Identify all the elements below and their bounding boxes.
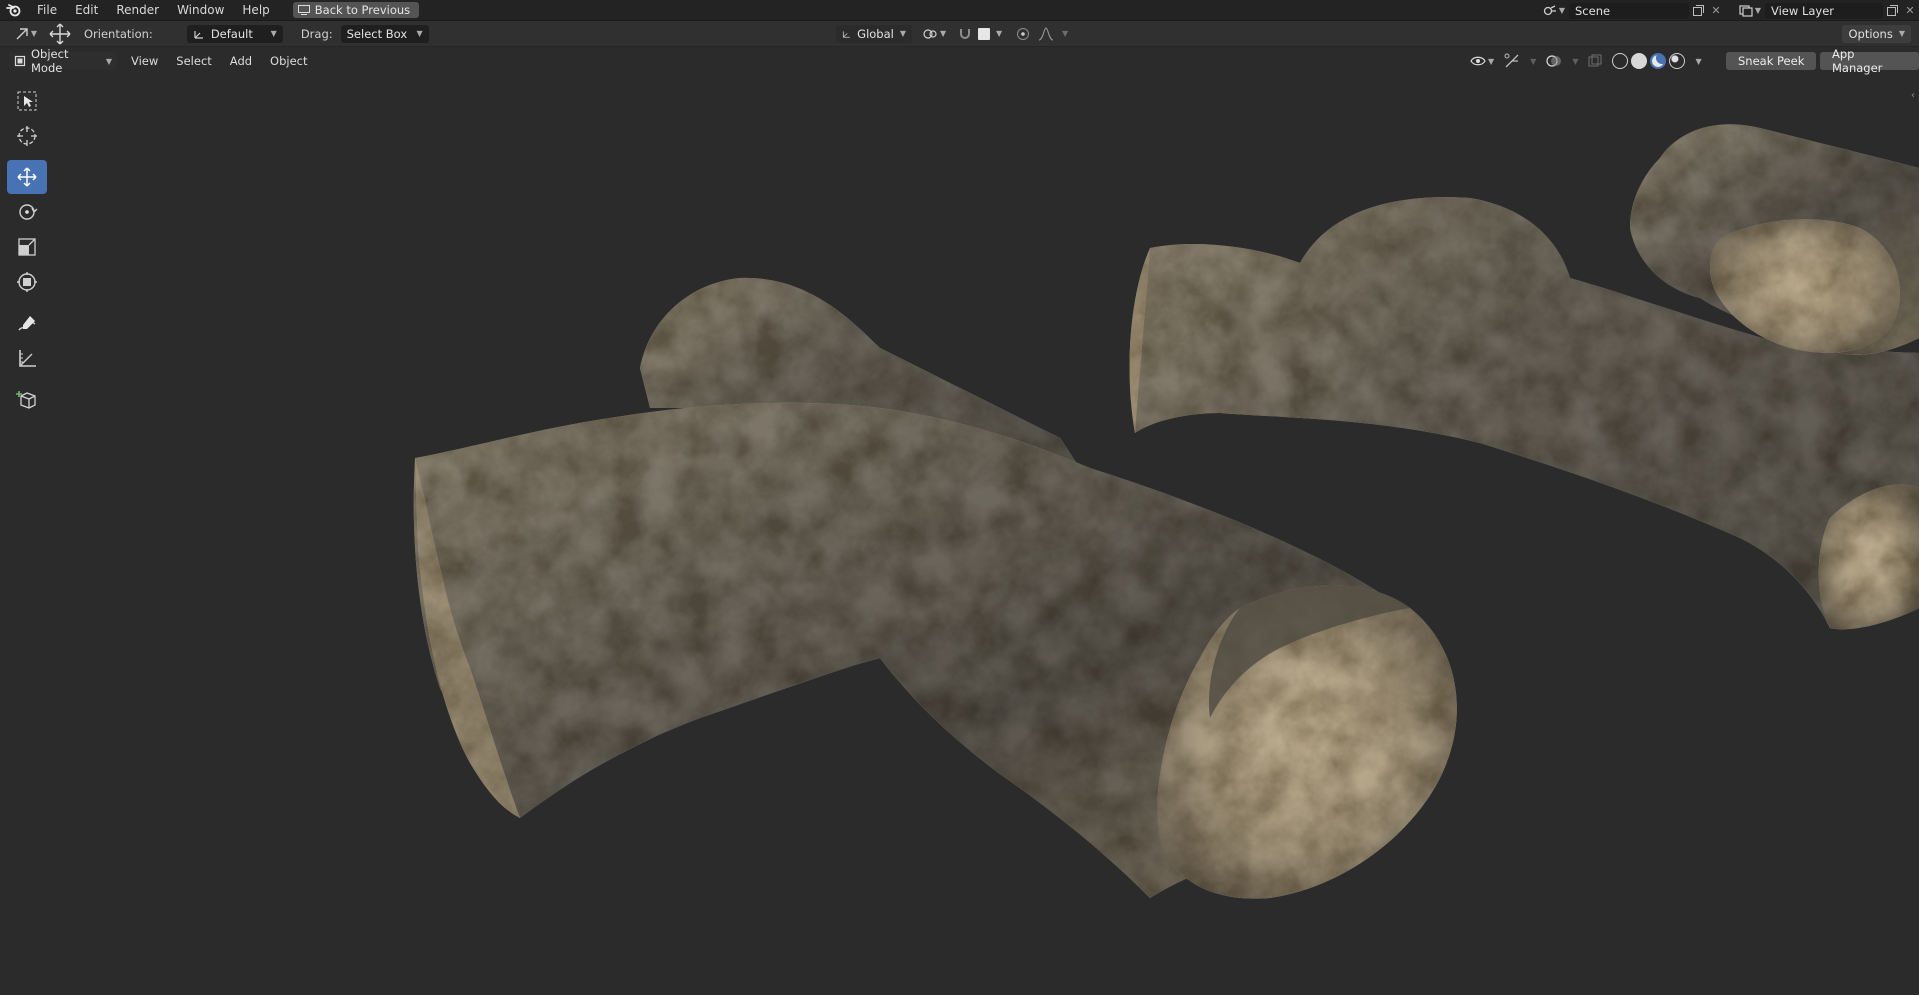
proportional-edit-icon[interactable] bbox=[1016, 27, 1030, 41]
material-shading-icon[interactable] bbox=[1650, 53, 1667, 69]
new-scene-icon[interactable] bbox=[1689, 3, 1707, 19]
chevron-down-icon: ▼ bbox=[1898, 29, 1905, 38]
drag-value: Select Box bbox=[346, 26, 408, 41]
orientation-dropdown[interactable]: Default ▼ bbox=[186, 24, 283, 43]
object-mode-label: Object Mode bbox=[31, 47, 69, 75]
shading-mode-group bbox=[1612, 53, 1686, 69]
chevron-down-icon: ▼ bbox=[416, 29, 423, 38]
menu-window[interactable]: Window bbox=[168, 0, 233, 21]
menu-view[interactable]: View bbox=[125, 52, 164, 70]
orientation-value: Default bbox=[210, 26, 253, 41]
move-icon[interactable] bbox=[7, 160, 47, 194]
magnet-icon[interactable] bbox=[958, 27, 972, 41]
proportional-edit-controls: ▼ bbox=[1016, 26, 1068, 41]
back-to-previous-label: Back to Previous bbox=[314, 3, 411, 17]
sneak-peek-label: Sneak Peek bbox=[1738, 54, 1805, 68]
app-manager-label: App Manager bbox=[1832, 47, 1883, 75]
transform-space-value: Global bbox=[857, 26, 894, 41]
viewport-header: Object Mode ▼ View Select Add Object ▼ ▼… bbox=[0, 47, 1919, 75]
drag-label: Drag: bbox=[300, 26, 333, 41]
view-layer-name: View Layer bbox=[1771, 3, 1835, 18]
cursor-icon[interactable] bbox=[7, 119, 47, 153]
menu-file[interactable]: File bbox=[28, 0, 66, 21]
move-tool-icon[interactable] bbox=[46, 23, 74, 45]
shading-options-chevron-icon[interactable]: ▼ bbox=[1695, 57, 1701, 66]
menu-help[interactable]: Help bbox=[233, 0, 278, 21]
transform-orientation-dropdown[interactable]: Global ▼ bbox=[836, 24, 912, 43]
view-layer-icon[interactable]: ▼ bbox=[1735, 3, 1765, 19]
view-layer-field[interactable]: View Layer bbox=[1765, 2, 1883, 19]
remove-scene-icon[interactable]: ✕ bbox=[1707, 3, 1725, 19]
new-view-layer-icon[interactable] bbox=[1883, 3, 1901, 19]
menu-add[interactable]: Add bbox=[224, 52, 258, 70]
measure-icon[interactable] bbox=[7, 341, 47, 375]
scene-name: Scene bbox=[1575, 3, 1611, 18]
tool-settings-header: ▼ Orientation: Default ▼ Drag: Select Bo… bbox=[0, 21, 1919, 47]
eye-icon bbox=[1470, 56, 1486, 66]
screen-icon bbox=[297, 5, 310, 15]
chevron-down-icon: ▼ bbox=[270, 29, 277, 38]
menu-edit[interactable]: Edit bbox=[66, 0, 107, 21]
scene-name-field[interactable]: Scene bbox=[1569, 2, 1689, 19]
sidebar-toggle-icon[interactable]: ‹ bbox=[1911, 90, 1915, 101]
transform-icon[interactable] bbox=[7, 265, 47, 299]
wireframe-shading-icon[interactable] bbox=[1612, 53, 1629, 69]
chevron-down-icon: ▼ bbox=[899, 29, 906, 38]
select-box-icon[interactable] bbox=[7, 84, 47, 118]
object-mode-icon bbox=[14, 55, 26, 67]
editor-type-icon[interactable]: ▼ bbox=[6, 21, 46, 47]
blender-logo-icon[interactable] bbox=[0, 0, 28, 21]
overlays-icon[interactable] bbox=[1546, 53, 1562, 69]
3d-viewport[interactable] bbox=[0, 48, 1919, 995]
orientation-icon bbox=[194, 30, 203, 39]
global-axes-icon bbox=[842, 30, 850, 38]
menu-select[interactable]: Select bbox=[170, 52, 217, 70]
drag-dropdown[interactable]: Select Box ▼ bbox=[340, 24, 429, 43]
viewport-overlay-controls: ▼ ▼ ▼ ▼ bbox=[1470, 53, 1702, 69]
pivot-point-dropdown[interactable]: ▼ bbox=[922, 27, 946, 41]
add-cube-icon[interactable] bbox=[7, 382, 47, 416]
gizmo-icon[interactable] bbox=[1504, 53, 1520, 69]
scale-icon[interactable] bbox=[7, 230, 47, 264]
pivot-icon bbox=[923, 28, 937, 39]
chevron-down-icon: ▼ bbox=[105, 56, 112, 66]
menu-render[interactable]: Render bbox=[107, 0, 168, 21]
rotate-icon[interactable] bbox=[7, 195, 47, 229]
solid-shading-icon[interactable] bbox=[1631, 53, 1648, 69]
scene-selector-icon[interactable]: ▼ bbox=[1539, 3, 1569, 19]
orientation-label: Orientation: bbox=[84, 26, 153, 41]
sneak-peek-button[interactable]: Sneak Peek bbox=[1726, 52, 1817, 70]
annotate-icon[interactable] bbox=[7, 306, 47, 340]
snap-target-icon[interactable] bbox=[978, 27, 990, 40]
tool-shelf bbox=[7, 84, 47, 417]
options-dropdown[interactable]: Options ▼ bbox=[1842, 24, 1911, 43]
falloff-curve-icon[interactable] bbox=[1038, 26, 1054, 41]
visibility-dropdown[interactable]: ▼ bbox=[1470, 55, 1494, 67]
menu-object[interactable]: Object bbox=[264, 52, 313, 70]
remove-view-layer-icon[interactable]: ✕ bbox=[1901, 3, 1919, 19]
back-to-previous-button[interactable]: Back to Previous bbox=[292, 2, 420, 18]
scene-controls: ▼ Scene ✕ ▼ View Layer ✕ bbox=[1539, 0, 1919, 21]
snap-controls: ▼ bbox=[958, 27, 1002, 41]
rendered-shading-icon[interactable] bbox=[1669, 53, 1686, 69]
object-mode-dropdown[interactable]: Object Mode ▼ bbox=[9, 47, 117, 75]
options-label: Options bbox=[1848, 26, 1893, 41]
app-manager-button[interactable]: App Manager bbox=[1820, 47, 1919, 75]
top-menu-bar: File Edit Render Window Help Back to Pre… bbox=[0, 0, 1919, 21]
xray-icon[interactable] bbox=[1588, 54, 1602, 68]
